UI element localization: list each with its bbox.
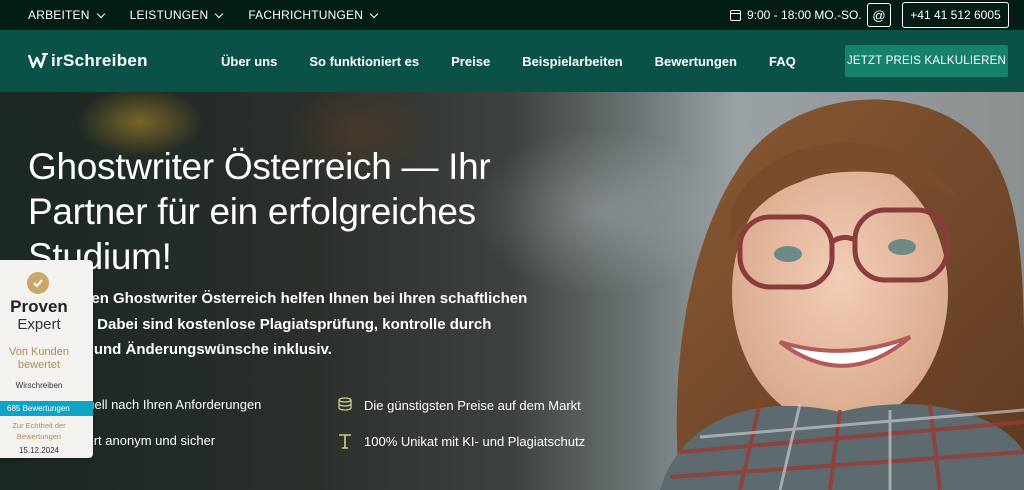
chevron-down-icon bbox=[369, 9, 379, 18]
main-nav: Über uns So funktioniert es Preise Beisp… bbox=[221, 30, 796, 92]
at-icon: @ bbox=[872, 7, 886, 23]
nav-link-faq[interactable]: FAQ bbox=[769, 54, 796, 69]
feature-prices: Die günstigsten Preise auf dem Markt bbox=[336, 396, 581, 414]
nav-link-beispielarbeiten[interactable]: Beispielarbeiten bbox=[522, 54, 622, 69]
feature-text: 100% Unikat mit KI- und Plagiatschutz bbox=[364, 433, 586, 449]
nav-link-ueber-uns[interactable]: Über uns bbox=[221, 54, 277, 69]
hero-title: Ghostwriter Österreich — Ihr Partner für… bbox=[28, 146, 491, 277]
chevron-down-icon bbox=[96, 9, 105, 18]
coins-icon bbox=[336, 396, 354, 414]
topnav-label: FACHRICHTUNGEN bbox=[248, 8, 364, 22]
main-header: irSchreiben Über uns So funktioniert es … bbox=[0, 30, 1024, 92]
logo[interactable]: irSchreiben bbox=[28, 50, 148, 72]
feature-anonymous: tiert anonym und sicher bbox=[80, 433, 215, 448]
opening-hours-text: 9:00 - 18:00 MO.-SO. bbox=[747, 8, 862, 22]
calendar-icon bbox=[730, 9, 741, 21]
opening-hours: 9:00 - 18:00 MO.-SO. bbox=[730, 0, 862, 30]
chevron-down-icon bbox=[215, 9, 224, 18]
authenticity-link[interactable]: Zur Echtheit der Bewertungen bbox=[0, 420, 78, 442]
feature-text: Die günstigsten Preise auf dem Markt bbox=[364, 397, 581, 413]
topnav-item-arbeiten[interactable]: ARBEITEN bbox=[28, 8, 105, 22]
topnav-label: ARBEITEN bbox=[28, 8, 90, 22]
logo-text: irSchreiben bbox=[51, 51, 148, 70]
phone-number: +41 41 512 6005 bbox=[910, 8, 1001, 22]
proven-expert-brand: Proven bbox=[10, 297, 68, 316]
topnav-label: LEISTUNGEN bbox=[129, 8, 209, 22]
review-date: 15.12.2024 bbox=[18, 446, 60, 455]
proven-expert-widget[interactable]: Proven Expert Von Kunden bewertet Wirsch… bbox=[0, 260, 93, 458]
topnav-item-leistungen[interactable]: LEISTUNGEN bbox=[129, 8, 224, 22]
topnav-item-fachrichtungen[interactable]: FACHRICHTUNGEN bbox=[248, 8, 379, 22]
nav-link-preise[interactable]: Preise bbox=[451, 54, 490, 69]
feature-text: tiert anonym und sicher bbox=[80, 433, 216, 448]
review-count[interactable]: 685 Bewertungen bbox=[0, 401, 93, 416]
calculate-price-button[interactable]: JETZT PREIS KALKULIEREN bbox=[845, 45, 1008, 77]
logo-w-icon bbox=[28, 53, 48, 69]
email-button[interactable]: @ bbox=[867, 3, 891, 27]
top-nav: ARBEITEN LEISTUNGEN FACHRICHTUNGEN bbox=[28, 0, 379, 30]
proven-expert-brand-2: Expert bbox=[17, 316, 61, 333]
feature-text: duell nach Ihren Anforderungen bbox=[80, 397, 262, 412]
hero-portrait-image bbox=[660, 99, 1024, 490]
company-name: Wirschreiben bbox=[15, 381, 63, 390]
nav-link-so-funktioniert-es[interactable]: So funktioniert es bbox=[309, 54, 419, 69]
hero-section: Ghostwriter Österreich — Ihr Partner für… bbox=[0, 92, 1024, 490]
text-t-icon bbox=[336, 432, 354, 450]
hero-description: ertifizierten Ghostwriter Österreich hel… bbox=[28, 290, 528, 358]
phone-button[interactable]: +41 41 512 6005 bbox=[902, 2, 1009, 28]
feature-unique: 100% Unikat mit KI- und Plagiatschutz bbox=[336, 432, 585, 450]
checkmark-badge-icon bbox=[27, 272, 49, 294]
feature-individual: duell nach Ihren Anforderungen bbox=[80, 397, 261, 412]
top-bar: ARBEITEN LEISTUNGEN FACHRICHTUNGEN 9:00 … bbox=[0, 0, 1024, 30]
rated-by-customers-label: Von Kunden bewertet bbox=[9, 346, 69, 371]
nav-link-bewertungen[interactable]: Bewertungen bbox=[655, 54, 737, 69]
